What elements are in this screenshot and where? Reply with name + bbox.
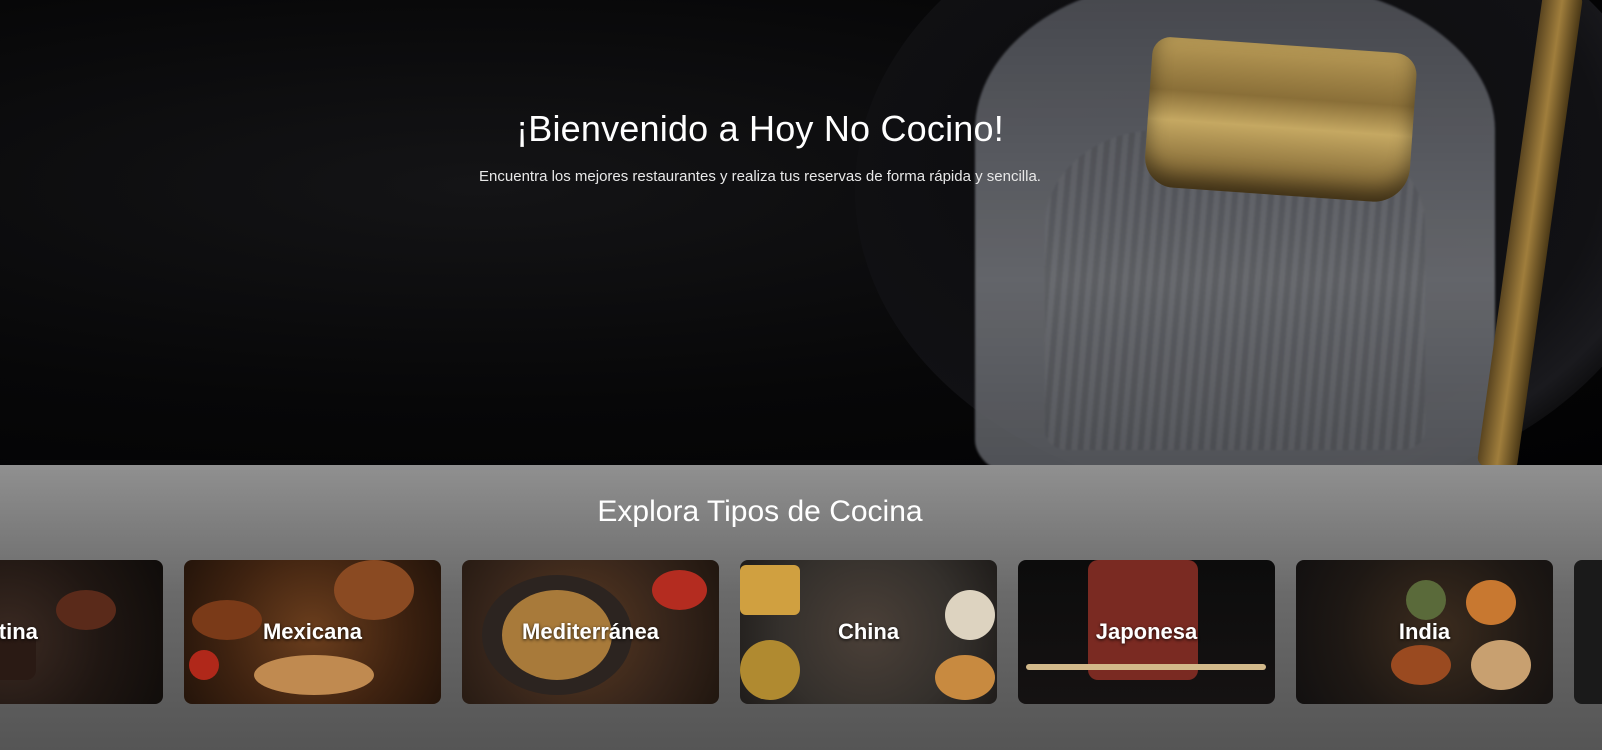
cuisine-card-argentina[interactable]: rgentina bbox=[0, 560, 163, 704]
cuisine-label: China bbox=[837, 619, 900, 644]
meat-image bbox=[56, 590, 116, 630]
cuisine-carousel[interactable]: rgentina Mexicana Mediterránea China Jap… bbox=[0, 560, 1602, 706]
cuisine-card-india[interactable]: India bbox=[1296, 560, 1553, 704]
taco-plate-image bbox=[254, 655, 374, 695]
bowl-image bbox=[935, 655, 995, 700]
naan-image bbox=[1471, 640, 1531, 690]
dish-image bbox=[1391, 645, 1451, 685]
cuisine-card-china[interactable]: China bbox=[740, 560, 997, 704]
bowl-image bbox=[192, 600, 262, 640]
cuisine-card-mediterranea[interactable]: Mediterránea bbox=[462, 560, 719, 704]
tomatoes-image bbox=[652, 570, 707, 610]
cuisine-label: rgentina bbox=[0, 619, 38, 644]
hero-subtitle: Encuentra los mejores restaurantes y rea… bbox=[479, 168, 1041, 185]
bowl-image bbox=[1406, 580, 1446, 620]
section-title: Explora Tipos de Cocina bbox=[597, 495, 923, 528]
tomato-image bbox=[189, 650, 219, 680]
cuisine-card-next[interactable] bbox=[1574, 560, 1602, 704]
chopsticks-image bbox=[1026, 664, 1266, 670]
pot-image bbox=[334, 560, 414, 620]
curry-image bbox=[1466, 580, 1516, 625]
cuisine-label: Mexicana bbox=[262, 619, 363, 644]
fried-rice-image bbox=[740, 640, 800, 700]
cuisine-label: India bbox=[1398, 619, 1451, 644]
hero-text: ¡Bienvenido a Hoy No Cocino! Encuentra l… bbox=[0, 108, 1520, 185]
cuisine-card-mexicana[interactable]: Mexicana bbox=[184, 560, 441, 704]
cuisine-label: Mediterránea bbox=[522, 619, 659, 644]
dumplings-image bbox=[945, 590, 995, 640]
cuisine-section: Explora Tipos de Cocina rgentina Mexican… bbox=[0, 465, 1602, 750]
spring-rolls-image bbox=[740, 565, 800, 615]
hero-title: ¡Bienvenido a Hoy No Cocino! bbox=[516, 108, 1004, 149]
cuisine-card-japonesa[interactable]: Japonesa bbox=[1018, 560, 1275, 704]
hero-banner: ¡Bienvenido a Hoy No Cocino! Encuentra l… bbox=[0, 0, 1602, 465]
cuisine-label: Japonesa bbox=[1095, 619, 1198, 644]
